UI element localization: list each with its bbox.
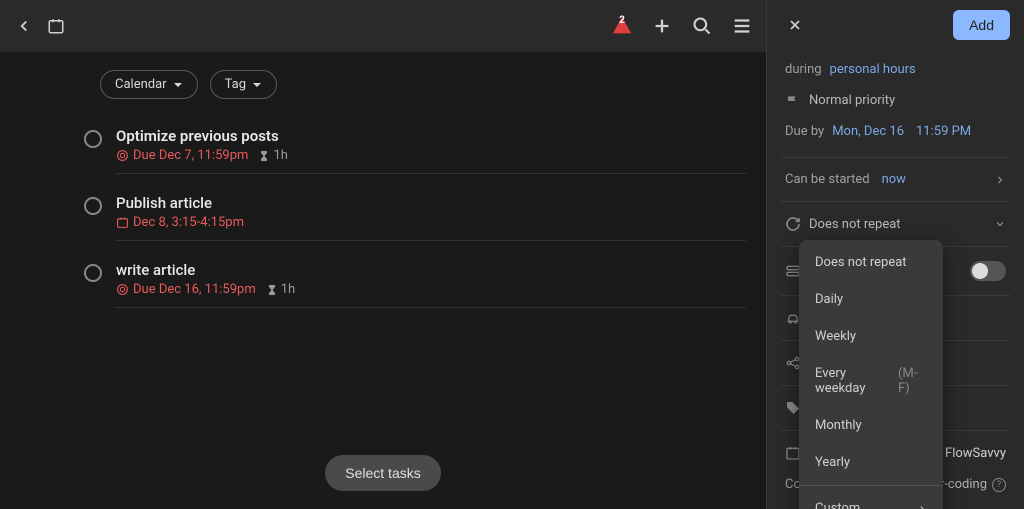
repeat-value: Does not repeat <box>809 217 901 232</box>
alert-badge[interactable]: 2 <box>608 12 636 40</box>
filter-bar: Calendar Tag <box>0 52 766 117</box>
repeat-row[interactable]: Does not repeat <box>767 208 1024 240</box>
task-duration: 1h <box>266 282 295 297</box>
task-checkbox[interactable] <box>84 197 102 215</box>
due-row[interactable]: Due by Mon, Dec 16 11:59 PM <box>767 116 1024 147</box>
can-start-row[interactable]: Can be started now <box>767 164 1024 195</box>
close-panel-button[interactable] <box>781 11 809 39</box>
during-label: during <box>785 62 822 77</box>
info-icon: ? <box>992 478 1006 492</box>
repeat-option-weekday[interactable]: Every weekday (M-F) <box>799 355 943 407</box>
add-task-button[interactable]: Add <box>953 10 1010 40</box>
task-title: Publish article <box>116 194 746 212</box>
back-button[interactable] <box>10 12 38 40</box>
topbar: 2 <box>0 0 766 52</box>
start-label: Can be started <box>785 172 870 187</box>
chevron-down-icon <box>252 80 262 90</box>
during-row[interactable]: during personal hours <box>767 54 1024 85</box>
dropdown-divider <box>799 485 943 486</box>
alert-count: 2 <box>608 15 636 26</box>
calendar-icon <box>116 216 129 229</box>
repeat-option-monthly[interactable]: Monthly <box>799 407 943 444</box>
calendar-value: FlowSavvy <box>945 446 1006 461</box>
task-due: Due Dec 16, 11:59pm <box>116 282 256 297</box>
task-due: Dec 8, 3:15-4:15pm <box>116 215 244 230</box>
target-icon <box>116 283 129 296</box>
task-checkbox[interactable] <box>84 264 102 282</box>
select-tasks-button[interactable]: Select tasks <box>325 455 440 491</box>
due-time: 11:59 PM <box>916 124 971 139</box>
repeat-icon <box>785 216 801 232</box>
tag-filter[interactable]: Tag <box>210 70 277 99</box>
task-list: Optimize previous posts Due Dec 7, 11:59… <box>0 117 766 455</box>
detail-panel: Add during personal hours Normal priorit… <box>766 0 1024 509</box>
repeat-dropdown: Does not repeat Daily Weekly Every weekd… <box>799 240 943 509</box>
priority-label: Normal priority <box>809 93 895 108</box>
repeat-option-no-repeat[interactable]: Does not repeat <box>799 244 943 281</box>
add-button[interactable] <box>648 12 676 40</box>
priority-row[interactable]: Normal priority <box>767 85 1024 116</box>
target-icon <box>116 149 129 162</box>
start-value: now <box>882 172 906 187</box>
task-title: Optimize previous posts <box>116 127 746 145</box>
due-label: Due by <box>785 124 824 139</box>
task-checkbox[interactable] <box>84 130 102 148</box>
repeat-option-custom[interactable]: Custom <box>799 490 943 509</box>
search-button[interactable] <box>688 12 716 40</box>
menu-button[interactable] <box>728 12 756 40</box>
task-row[interactable]: write article Due Dec 16, 11:59pm 1h <box>84 251 746 318</box>
chevron-down-icon <box>173 80 183 90</box>
chevron-down-icon <box>994 218 1006 230</box>
task-duration: 1h <box>258 148 287 163</box>
hourglass-icon <box>258 150 270 162</box>
task-title: write article <box>116 261 746 279</box>
during-value: personal hours <box>830 62 916 77</box>
tag-filter-label: Tag <box>225 77 246 92</box>
task-row[interactable]: Publish article Dec 8, 3:15-4:15pm <box>84 184 746 251</box>
task-row[interactable]: Optimize previous posts Due Dec 7, 11:59… <box>84 117 746 184</box>
calendar-icon-button[interactable] <box>42 12 70 40</box>
calendar-filter[interactable]: Calendar <box>100 70 198 99</box>
repeat-option-yearly[interactable]: Yearly <box>799 444 943 481</box>
calendar-filter-label: Calendar <box>115 77 167 92</box>
split-toggle[interactable] <box>970 261 1006 281</box>
repeat-option-weekly[interactable]: Weekly <box>799 318 943 355</box>
flag-icon <box>785 94 801 108</box>
task-due: Due Dec 7, 11:59pm <box>116 148 248 163</box>
chevron-right-icon <box>994 174 1006 186</box>
repeat-option-daily[interactable]: Daily <box>799 281 943 318</box>
hourglass-icon <box>266 284 278 296</box>
due-date: Mon, Dec 16 <box>832 124 904 139</box>
chevron-right-icon <box>917 504 927 509</box>
